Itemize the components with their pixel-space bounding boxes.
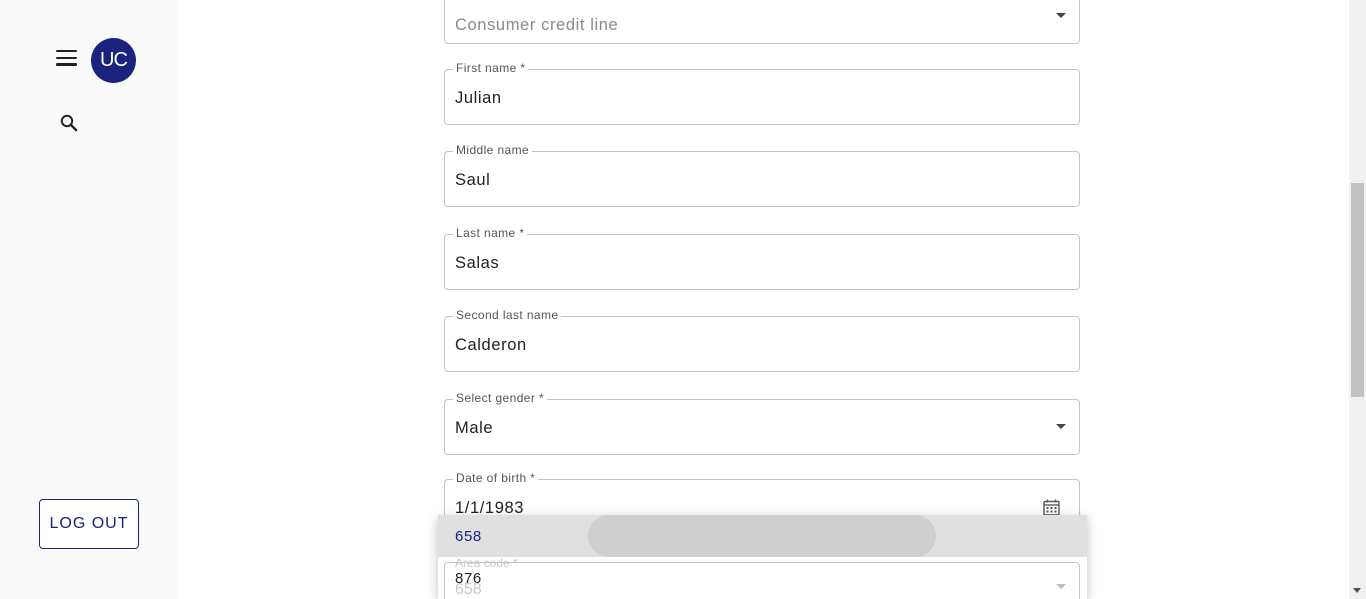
- first-name-field[interactable]: First name * Julian: [444, 61, 1080, 125]
- page-scrollbar[interactable]: [1349, 0, 1366, 599]
- avatar[interactable]: UC: [91, 38, 136, 83]
- middle-name-field[interactable]: Middle name Saul: [444, 143, 1080, 207]
- second-last-name-label: Second last name: [453, 308, 562, 322]
- area-code-dropdown-menu: Area code * 658 658 876: [438, 515, 1087, 599]
- chevron-down-icon: [1056, 13, 1066, 18]
- middle-name-label: Middle name: [453, 143, 533, 157]
- search-icon[interactable]: [59, 113, 79, 133]
- area-code-option-label: 876: [455, 569, 482, 587]
- area-code-option[interactable]: 876: [438, 557, 1087, 599]
- gender-value: Male: [455, 419, 494, 437]
- scrollbar-thumb[interactable]: [1351, 183, 1364, 397]
- first-name-value: Julian: [455, 89, 502, 107]
- product-select[interactable]: Consumer credit line: [444, 0, 1080, 44]
- calendar-icon[interactable]: [1043, 499, 1060, 516]
- middle-name-value: Saul: [455, 171, 491, 189]
- second-last-name-field[interactable]: Second last name Calderon: [444, 308, 1080, 372]
- last-name-field[interactable]: Last name * Salas: [444, 226, 1080, 290]
- logout-button[interactable]: LOG OUT: [39, 499, 139, 549]
- last-name-value: Salas: [455, 254, 500, 272]
- first-name-label: First name *: [453, 61, 529, 75]
- area-code-option-label: 658: [455, 527, 482, 545]
- option-ripple: [588, 515, 936, 557]
- gender-select[interactable]: Select gender * Male: [444, 391, 1080, 455]
- chevron-down-icon: [1056, 424, 1066, 429]
- hamburger-menu-icon[interactable]: [56, 50, 77, 68]
- date-of-birth-label: Date of birth *: [453, 471, 539, 485]
- second-last-name-value: Calderon: [455, 336, 527, 354]
- product-select-value: Consumer credit line: [455, 16, 619, 34]
- sidebar: UC LOG OUT: [0, 0, 178, 599]
- area-code-option[interactable]: 658: [438, 515, 1087, 557]
- gender-label: Select gender *: [453, 391, 548, 405]
- scroll-down-arrow-icon[interactable]: [1353, 588, 1361, 593]
- last-name-label: Last name *: [453, 226, 528, 240]
